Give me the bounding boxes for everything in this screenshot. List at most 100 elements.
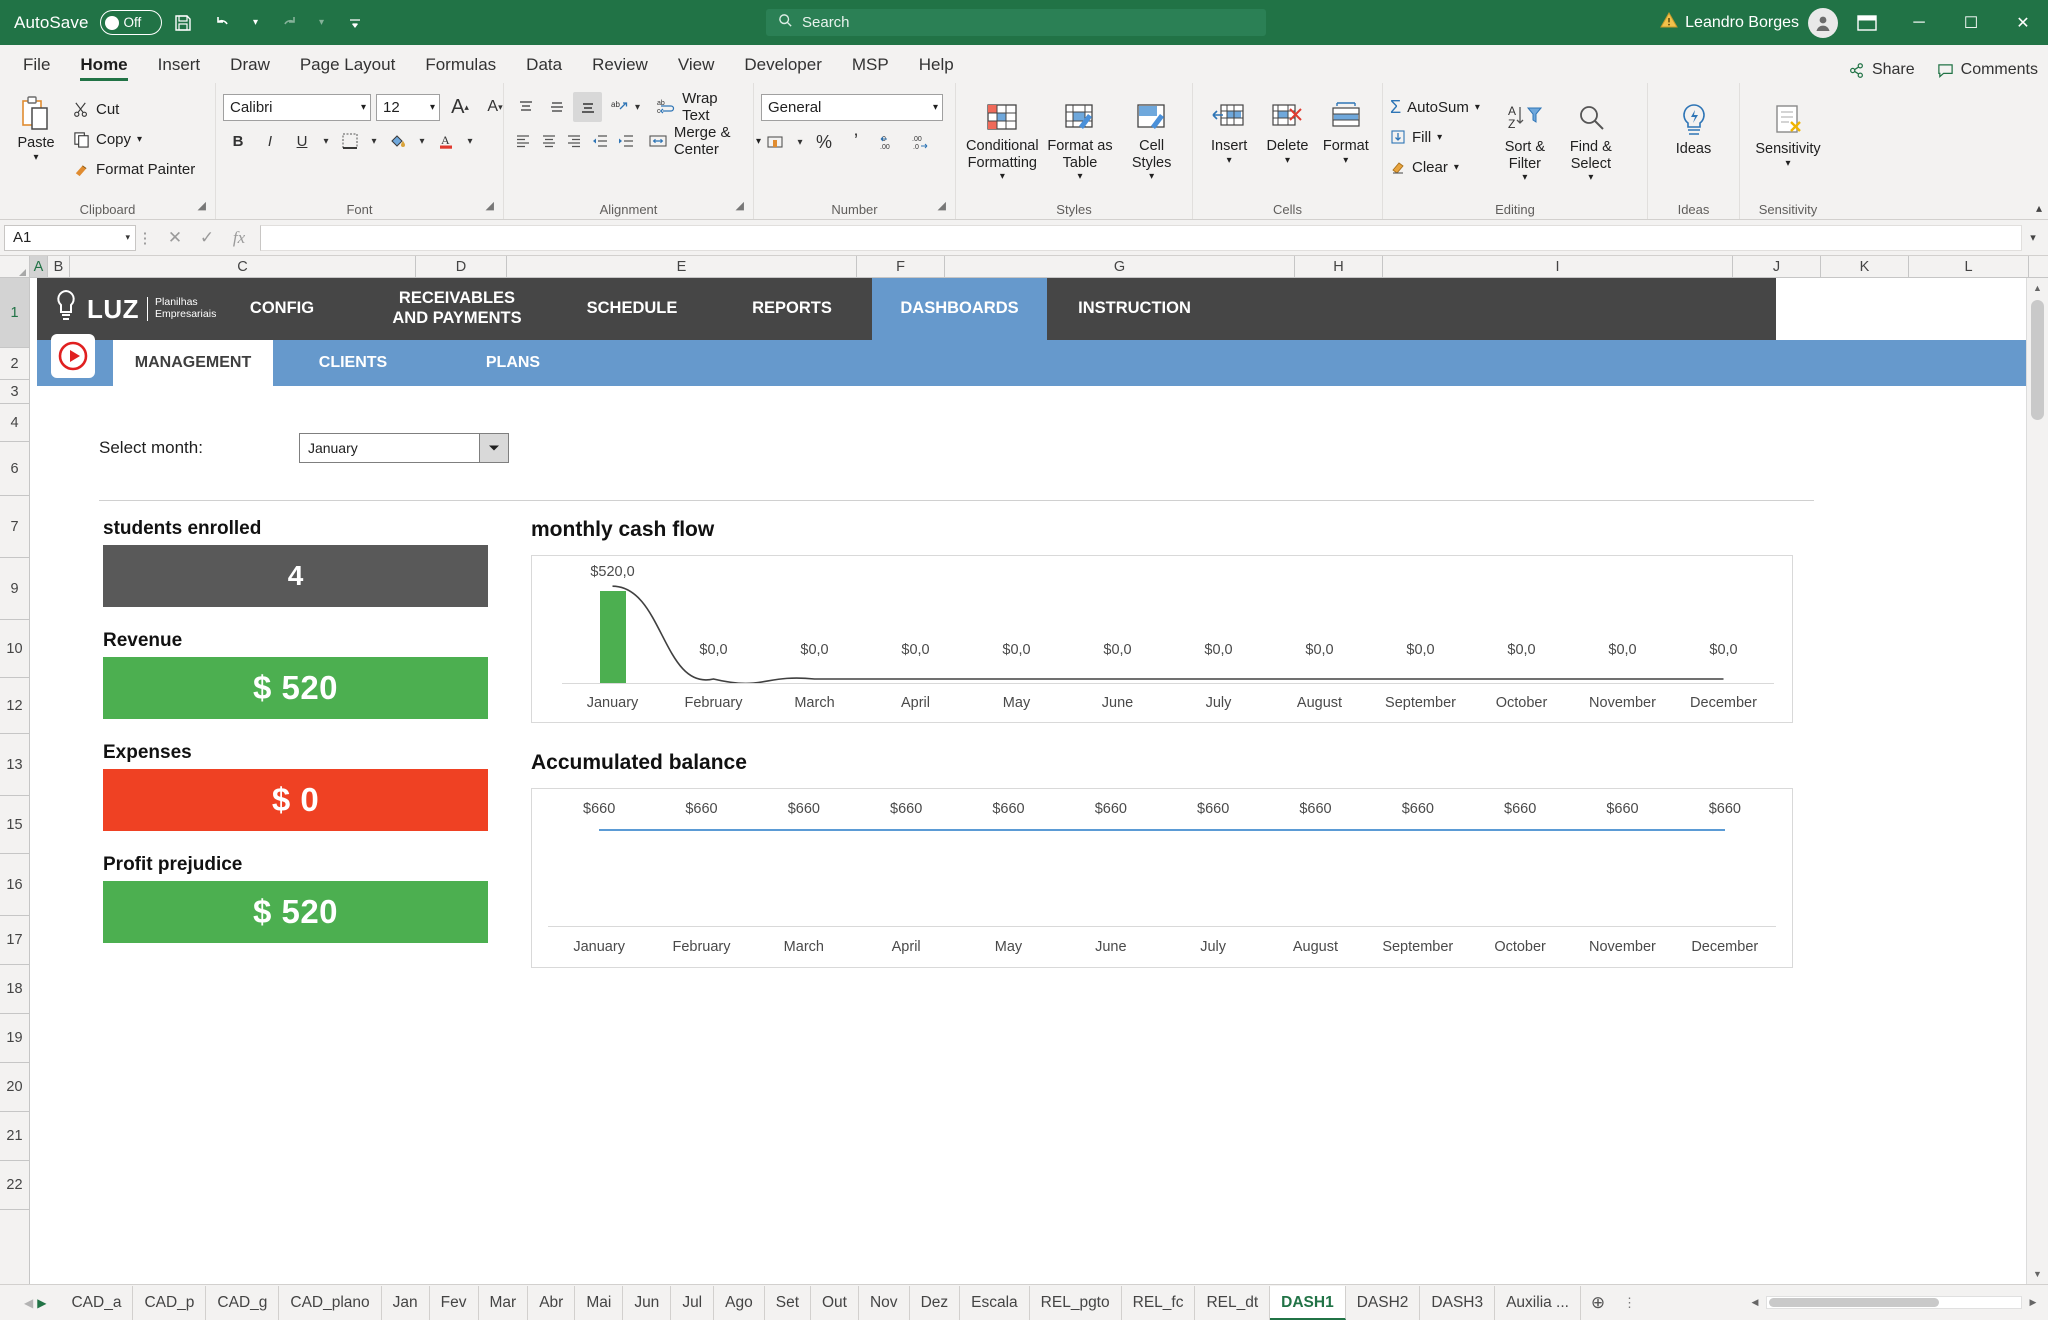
user-account[interactable]: Leandro Borges [1685, 7, 1838, 38]
copy-button[interactable]: Copy ▾ [73, 124, 195, 154]
paste-button[interactable]: Paste ▾ [7, 88, 65, 163]
cut-button[interactable]: Cut [73, 94, 195, 124]
sheet-tab-rel-pgto[interactable]: REL_pgto [1030, 1285, 1122, 1320]
column-header-h[interactable]: H [1295, 256, 1383, 277]
month-select[interactable]: January [298, 433, 509, 463]
nav-item-schedule[interactable]: SCHEDULE [552, 278, 712, 340]
sensitivity-dropdown-icon[interactable]: ▾ [1785, 158, 1790, 170]
comma-style-button[interactable]: ’ [841, 127, 871, 157]
find-select-button[interactable]: Find & Select ▾ [1560, 92, 1622, 184]
subtab-management[interactable]: MANAGEMENT [113, 340, 273, 386]
row-header-16[interactable]: 16 [0, 854, 29, 916]
customize-quick-access-icon[interactable] [336, 6, 374, 40]
sheet-tab-dash1[interactable]: DASH1 [1270, 1285, 1346, 1320]
column-header-c[interactable]: C [70, 256, 416, 277]
column-header-f[interactable]: F [857, 256, 945, 277]
accounting-dropdown-icon[interactable]: ▾ [793, 127, 807, 157]
borders-dropdown-icon[interactable]: ▾ [367, 126, 381, 156]
new-sheet-icon[interactable]: ⊕ [1581, 1293, 1615, 1313]
scroll-tabs-left-icon[interactable]: ◀ [24, 1296, 33, 1310]
sort-filter-button[interactable]: AZ Sort & Filter ▾ [1494, 92, 1556, 184]
sheet-tab-cad-a[interactable]: CAD_a [60, 1285, 134, 1320]
orientation-icon[interactable]: ab ▾ [604, 92, 646, 122]
format-dropdown-icon[interactable]: ▾ [1343, 155, 1348, 167]
subtab-plans[interactable]: PLANS [433, 340, 593, 386]
font-color-icon[interactable]: A [431, 126, 461, 156]
paste-dropdown-icon[interactable]: ▾ [33, 152, 38, 164]
column-header-e[interactable]: E [507, 256, 857, 277]
row-header-20[interactable]: 20 [0, 1063, 29, 1112]
number-format-select[interactable]: General ▾ [761, 94, 943, 121]
search-input[interactable]: Search [766, 9, 1266, 36]
fill-color-icon[interactable] [383, 126, 413, 156]
align-bottom-button[interactable] [573, 92, 603, 122]
row-header-12[interactable]: 12 [0, 678, 29, 734]
percent-style-button[interactable]: % [809, 127, 839, 157]
sheet-tab-dez[interactable]: Dez [910, 1285, 961, 1320]
sheet-tab-jun[interactable]: Jun [623, 1285, 672, 1320]
sheet-tab-jan[interactable]: Jan [382, 1285, 430, 1320]
accounting-format-icon[interactable] [761, 127, 791, 157]
fill-dropdown-icon[interactable]: ▾ [1437, 132, 1442, 143]
column-header-k[interactable]: K [1821, 256, 1909, 277]
fill-color-dropdown-icon[interactable]: ▾ [415, 126, 429, 156]
align-center-button[interactable] [537, 126, 561, 156]
row-header-3[interactable]: 3 [0, 380, 29, 404]
autosum-button[interactable]: Σ AutoSum ▾ [1390, 92, 1480, 122]
share-button[interactable]: Share [1848, 61, 1915, 79]
scroll-left-icon[interactable]: ◀ [1744, 1293, 1766, 1313]
delete-cells-button[interactable]: Delete ▾ [1258, 91, 1316, 166]
italic-button[interactable]: I [255, 126, 285, 156]
row-header-17[interactable]: 17 [0, 916, 29, 965]
column-header-d[interactable]: D [416, 256, 507, 277]
row-header-10[interactable]: 10 [0, 620, 29, 678]
column-header-i[interactable]: I [1383, 256, 1733, 277]
name-box[interactable]: A1 ▾ [4, 224, 136, 251]
sheet-tab-cad-plano[interactable]: CAD_plano [279, 1285, 382, 1320]
tab-draw[interactable]: Draw [215, 47, 285, 83]
tab-data[interactable]: Data [511, 47, 577, 83]
row-header-7[interactable]: 7 [0, 496, 29, 558]
row-header-22[interactable]: 22 [0, 1161, 29, 1210]
font-size-select[interactable]: 12 ▾ [376, 93, 440, 121]
minimize-button[interactable]: ─ [1896, 0, 1942, 45]
chart-frame-monthly-cash-flow[interactable]: $520,0 $0,0 $0,0 $0,0 $0,0 $0,0 $0,0 $0,0 $0,0 $0… [531, 555, 1793, 723]
nav-item-dashboards[interactable]: DASHBOARDS [872, 278, 1047, 340]
sensitivity-button[interactable]: Sensitivity ▾ [1751, 94, 1825, 169]
sheet-tab-rel-dt[interactable]: REL_dt [1195, 1285, 1271, 1320]
sheet-tab-abr[interactable]: Abr [528, 1285, 576, 1320]
clear-dropdown-icon[interactable]: ▾ [1454, 162, 1459, 173]
vertical-scroll-thumb[interactable] [2031, 300, 2044, 420]
number-dialog-launcher[interactable]: ◢ [938, 197, 946, 216]
format-as-table-dropdown-icon[interactable]: ▾ [1077, 171, 1082, 183]
ribbon-display-options-icon[interactable] [1844, 0, 1890, 45]
underline-dropdown-icon[interactable]: ▾ [319, 126, 333, 156]
bold-button[interactable]: B [223, 126, 253, 156]
collapse-ribbon-icon[interactable]: ▴ [2036, 201, 2042, 215]
sheet-tab-ago[interactable]: Ago [714, 1285, 765, 1320]
warning-icon[interactable] [1659, 10, 1679, 35]
format-painter-button[interactable]: Format Painter [73, 154, 195, 184]
insert-dropdown-icon[interactable]: ▾ [1227, 155, 1232, 167]
row-header-6[interactable]: 6 [0, 442, 29, 496]
subtab-clients[interactable]: CLIENTS [273, 340, 433, 386]
sheet-tab-nov[interactable]: Nov [859, 1285, 910, 1320]
comments-button[interactable]: Comments [1937, 61, 2038, 79]
tab-home[interactable]: Home [65, 47, 142, 83]
font-family-select[interactable]: Calibri ▾ [223, 93, 371, 121]
vertical-scrollbar[interactable]: ▲ ▼ [2026, 278, 2048, 1284]
row-header-19[interactable]: 19 [0, 1014, 29, 1063]
nav-item-reports[interactable]: REPORTS [712, 278, 872, 340]
nav-item-receivables-and-payments[interactable]: RECEIVABLES AND PAYMENTS [362, 278, 552, 340]
underline-button[interactable]: U [287, 126, 317, 156]
merge-center-button[interactable]: Merge & Center ▾ [648, 124, 761, 158]
play-video-icon[interactable] [51, 334, 95, 378]
fill-button[interactable]: Fill ▾ [1390, 122, 1480, 152]
row-header-9[interactable]: 9 [0, 558, 29, 620]
alignment-dialog-launcher[interactable]: ◢ [736, 197, 744, 216]
confirm-icon[interactable]: ✓ [192, 225, 222, 251]
sheet-tab-rel-fc[interactable]: REL_fc [1122, 1285, 1196, 1320]
cell-styles-button[interactable]: Cell Styles ▾ [1120, 91, 1184, 183]
sheet-tab-set[interactable]: Set [765, 1285, 811, 1320]
clear-button[interactable]: Clear ▾ [1390, 152, 1480, 182]
